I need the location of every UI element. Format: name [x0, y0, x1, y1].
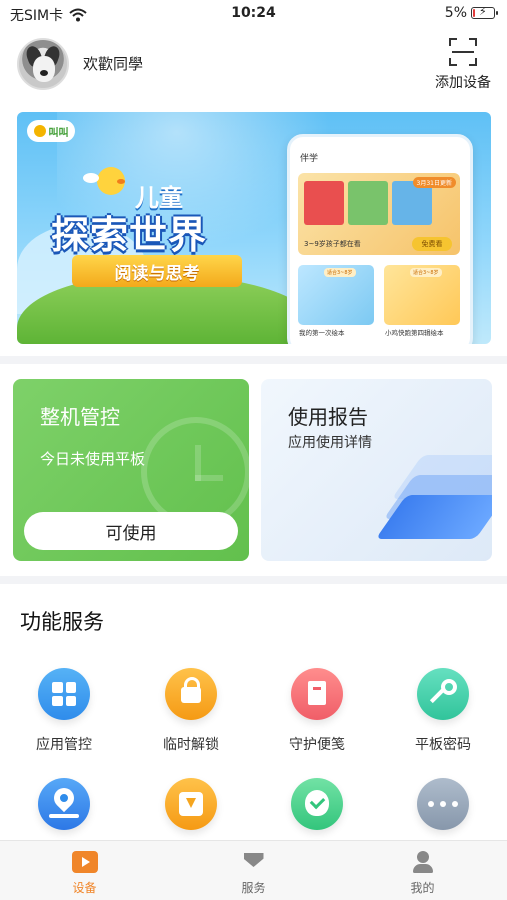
scan-icon — [449, 38, 477, 66]
unlock-icon — [165, 668, 217, 720]
usage-report-subtitle: 应用使用详情 — [288, 435, 372, 451]
usage-report-card[interactable]: 使用报告 应用使用详情 — [261, 379, 492, 561]
service-label: 守护便笺 — [289, 737, 345, 753]
key-icon — [417, 668, 469, 720]
mini-book-card: 适合3~8岁 — [298, 265, 374, 325]
section-divider — [0, 356, 507, 364]
app-grid-icon — [38, 668, 90, 720]
allow-use-button[interactable]: 可使用 — [24, 512, 238, 550]
tab-label: 服务 — [241, 881, 266, 895]
free-watch-button: 免费看 — [412, 237, 452, 251]
usage-report-title: 使用报告 — [288, 405, 368, 429]
download-icon — [165, 778, 217, 830]
service-more[interactable] — [398, 778, 488, 844]
mini-caption: 小鸡快跑第四辑绘本 — [385, 329, 444, 337]
banner-headline: 探索世界 — [51, 213, 208, 257]
tab-label: 我的 — [410, 881, 435, 895]
services-title: 功能服务 — [20, 610, 104, 634]
chick-mascot-icon — [83, 167, 125, 195]
service-label: 临时解锁 — [163, 737, 219, 753]
phone-mockup: 伴学 3月31日更新 3~9岁孩子都在看 免费看 适合3~8岁 适合3~8岁 我… — [287, 134, 473, 344]
status-right: 5% ⚡ — [444, 5, 498, 21]
alarm-clock-icon — [141, 417, 249, 527]
device-control-status: 今日未使用平板 — [40, 450, 146, 468]
logo-text: 叫叫 — [48, 127, 69, 139]
service-label: 应用管控 — [36, 737, 92, 753]
phone-title: 伴学 — [300, 154, 319, 164]
mini-caption: 我的第一次绘本 — [299, 329, 345, 337]
service-temp-unlock[interactable]: 临时解锁 — [146, 668, 236, 754]
avatar[interactable] — [17, 38, 69, 90]
device-play-icon — [71, 851, 98, 873]
add-device-button[interactable]: 添加设备 — [433, 34, 493, 92]
service-label: 平板密码 — [415, 737, 471, 753]
bottom-tab-bar: 设备 服务 我的 — [0, 840, 507, 900]
avatar-dog-face — [33, 56, 55, 82]
book-cover — [348, 181, 388, 225]
service-tablet-password[interactable]: 平板密码 — [398, 668, 488, 754]
featured-book-card: 3月31日更新 3~9岁孩子都在看 免费看 — [298, 173, 460, 255]
tab-label: 设备 — [72, 881, 97, 895]
brand-logo: 叫叫 — [27, 120, 75, 142]
service-guard[interactable] — [272, 778, 362, 844]
update-tag: 3月31日更新 — [412, 177, 456, 188]
status-bar: 无SIM卡 10:24 5% ⚡ — [0, 0, 507, 30]
note-book-icon — [291, 668, 343, 720]
diamond-service-icon — [243, 851, 265, 873]
add-device-label: 添加设备 — [435, 75, 491, 91]
avatar-dog-nose — [40, 70, 48, 76]
profile-icon — [410, 851, 436, 873]
device-control-title: 整机管控 — [40, 405, 120, 429]
service-location[interactable] — [19, 778, 109, 844]
featured-caption: 3~9岁孩子都在看 — [304, 240, 361, 248]
section-divider — [0, 576, 507, 584]
tab-service[interactable]: 服务 — [169, 841, 338, 900]
age-tag: 适合3~8岁 — [324, 268, 356, 277]
status-time: 10:24 — [231, 5, 276, 21]
location-pin-icon — [38, 778, 90, 830]
battery-fill — [473, 9, 475, 17]
service-guard-notes[interactable]: 守护便笺 — [272, 668, 362, 754]
more-dots-icon — [417, 778, 469, 830]
shield-check-icon — [291, 778, 343, 830]
book-cover — [304, 181, 344, 225]
report-layer-graphic — [375, 495, 492, 539]
service-app-control[interactable]: 应用管控 — [19, 668, 109, 754]
mini-book-card: 适合3~8岁 — [384, 265, 460, 325]
promo-banner[interactable]: 叫叫 儿童 探索世界 阅读与思考 伴学 3月31日更新 3~9岁孩子都在看 免费… — [17, 112, 491, 344]
charging-bolt-icon: ⚡ — [479, 5, 487, 18]
battery-charging-icon: ⚡ — [471, 5, 498, 19]
service-download[interactable] — [146, 778, 236, 844]
header: 欢歡同學 添加设备 — [0, 30, 507, 100]
battery-percent: 5% — [444, 5, 467, 21]
user-greeting: 欢歡同學 — [83, 55, 144, 73]
age-tag: 适合3~8岁 — [410, 268, 442, 277]
device-control-card[interactable]: 整机管控 今日未使用平板 可使用 — [13, 379, 249, 561]
logo-icon — [33, 125, 46, 137]
tab-mine[interactable]: 我的 — [338, 841, 507, 900]
banner-ribbon: 阅读与思考 — [72, 255, 242, 287]
tab-device[interactable]: 设备 — [0, 841, 169, 900]
